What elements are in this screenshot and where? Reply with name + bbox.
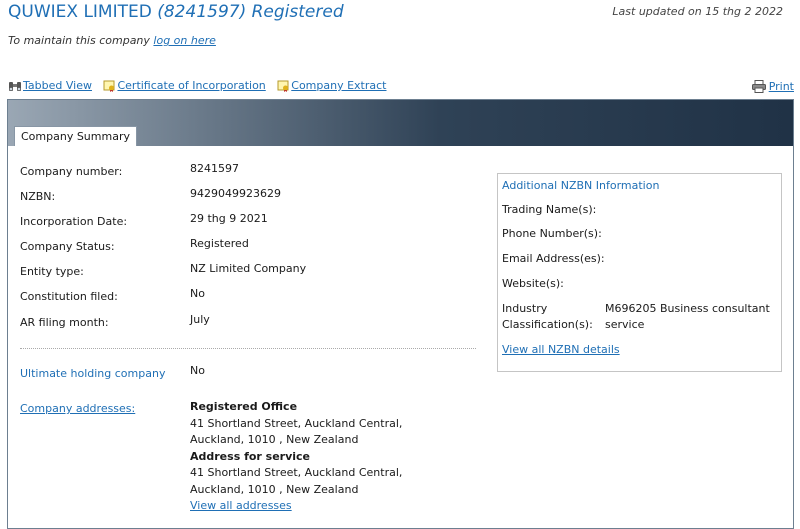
logon-link[interactable]: log on here [153,34,216,47]
industry-label-line2: Classification(s): [502,318,593,331]
entity-type-value: NZ Limited Company [190,262,307,275]
addresses-block: Registered Office 41 Shortland Street, A… [190,399,402,515]
website-label: Website(s): [502,277,564,290]
constitution-filed-value: No [190,287,205,300]
constitution-filed-label: Constitution filed: [20,290,118,303]
phone-number-label: Phone Number(s): [502,227,602,240]
registered-office-line1: 41 Shortland Street, Auckland Central, [190,416,403,430]
company-title: QUWIEX LIMITED (8241597) Registered [8,2,344,22]
view-nzbn-details-link[interactable]: View all NZBN details [502,343,620,356]
company-panel: Company Summary Company number: 8241597 … [7,99,794,529]
maintain-text: To maintain this company [8,34,150,47]
ar-filing-month-value: July [190,313,210,326]
ultimate-holding-value: No [190,364,205,377]
industry-label-line1: Industry [502,302,548,315]
service-address-heading: Address for service [190,449,311,463]
nzbn-value: 9429049923629 [190,187,281,200]
view-all-addresses-link[interactable]: View all addresses [190,499,292,512]
nzbn-info-title: Additional NZBN Information [502,179,660,192]
last-updated: Last updated on 15 thg 2 2022 [612,5,783,18]
toolbar: Tabbed View Certificate of Incorporation… [8,79,395,95]
nzbn-label: NZBN: [20,190,56,203]
section-divider [20,348,476,349]
entity-type-label: Entity type: [20,265,84,278]
trading-name-label: Trading Name(s): [502,203,597,216]
printer-icon [751,80,766,93]
email-address-label: Email Address(es): [502,252,605,265]
service-address-line1: 41 Shortland Street, Auckland Central, [190,466,403,479]
company-status-value: Registered [190,237,249,250]
extract-icon [277,80,289,92]
incorporation-date-value: 29 thg 9 2021 [190,212,268,225]
tabbed-view-label: Tabbed View [23,79,92,92]
nzbn-info-box: Additional NZBN Information Trading Name… [497,173,782,372]
tabbed-view-link[interactable]: Tabbed View [8,79,92,92]
binoculars-icon [9,81,21,91]
print-label: Print [768,80,794,93]
certificate-link[interactable]: Certificate of Incorporation [103,79,266,92]
ar-filing-month-label: AR filing month: [20,316,109,329]
ultimate-holding-label: Ultimate holding company [20,367,166,380]
certificate-label: Certificate of Incorporation [117,79,266,92]
industry-classification-label: Industry Classification(s): [502,301,593,333]
company-number-status: (8241597) Registered [157,2,344,22]
company-extract-label: Company Extract [291,79,387,92]
company-number-label: Company number: [20,165,123,178]
incorporation-date-label: Incorporation Date: [20,215,128,228]
company-number-value: 8241597 [190,162,239,175]
company-addresses-link[interactable]: Company addresses: [20,402,190,415]
company-name: QUWIEX LIMITED [8,2,152,22]
panel-header: Company Summary [8,100,793,146]
print-link[interactable]: Print [751,80,794,93]
maintain-notice: To maintain this company log on here [8,34,216,47]
registered-office-heading: Registered Office [190,400,298,413]
registered-office-line2: Auckland, 1010 , New Zealand [190,433,359,446]
company-extract-link[interactable]: Company Extract [277,79,387,92]
tab-company-summary[interactable]: Company Summary [14,126,137,146]
service-address-line2: Auckland, 1010 , New Zealand [190,482,359,496]
industry-classification-value: M696205 Business consultant service [605,302,770,331]
certificate-icon [103,80,115,92]
company-status-label: Company Status: [20,240,115,253]
